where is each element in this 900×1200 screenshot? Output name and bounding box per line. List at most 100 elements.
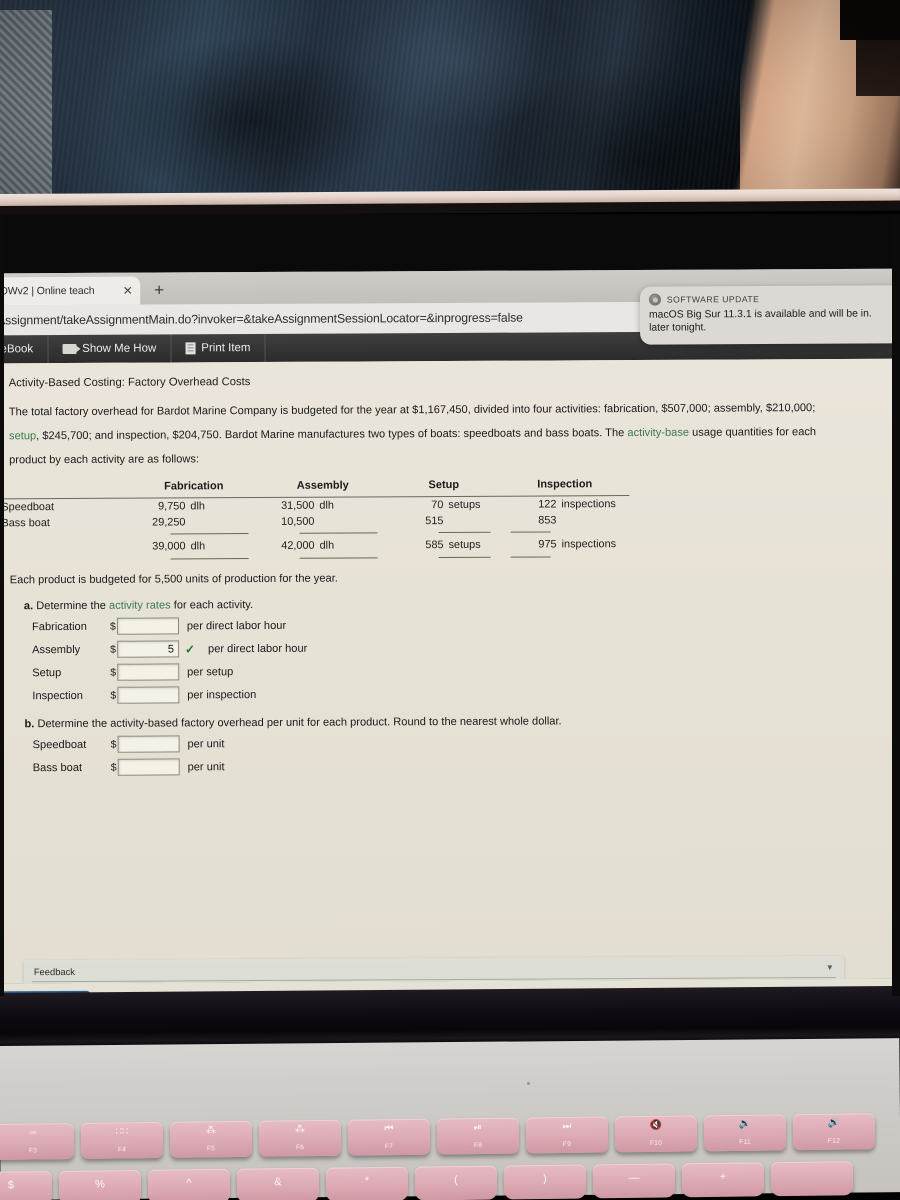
key-f10[interactable]: 🔇 F10 — [614, 1115, 698, 1153]
key-f6-label: F6 — [295, 1144, 305, 1152]
key-delete[interactable] — [770, 1161, 854, 1197]
cell-unit — [190, 516, 248, 528]
notification-title: SOFTWARE UPDATE — [666, 294, 760, 305]
url-text: eAssignment/takeAssignmentMain.do?invoke… — [0, 310, 523, 328]
cell-value: 515 — [425, 515, 444, 528]
photo-vignette — [0, 0, 900, 210]
close-icon[interactable]: ✕ — [121, 284, 134, 298]
green-check-icon: ✓ — [184, 642, 196, 657]
bass-boat-overhead-input[interactable] — [117, 758, 180, 776]
rewind-icon: ⏮ — [384, 1123, 394, 1135]
key-delete-label — [771, 1170, 853, 1171]
key-9[interactable]: ( — [414, 1165, 498, 1200]
print-item-button[interactable]: Print Item — [171, 333, 266, 363]
key-minus[interactable]: — — [592, 1163, 676, 1199]
question-paragraph-1: The total factory overhead for Bardot Ma… — [9, 399, 854, 423]
field-unit-inspection: per inspection — [187, 688, 257, 702]
field-label-speedboat: Speedboat — [32, 738, 87, 751]
show-me-how-button[interactable]: Show Me How — [48, 334, 172, 364]
cell-unit — [561, 514, 619, 526]
background-photo — [0, 0, 900, 210]
assembly-rate-input[interactable] — [116, 640, 180, 658]
key-f9[interactable]: ⏭ F9 — [525, 1116, 609, 1154]
key-f4[interactable]: ∷∷ F4 — [80, 1121, 164, 1159]
key-f3-label: F3 — [28, 1147, 38, 1155]
cell-unit: dlh — [190, 500, 205, 513]
total-value: 585 — [425, 539, 444, 552]
cell-value: 9,750 — [158, 500, 186, 513]
key-equals-label: + — [719, 1170, 727, 1183]
cell-unit — [448, 515, 490, 527]
setup-rate-input[interactable] — [117, 663, 180, 681]
total-unit: dlh — [190, 540, 206, 553]
activity-base-link[interactable]: activity-base — [627, 427, 689, 439]
feedback-title: Feedback — [33, 965, 76, 978]
cell-value: 122 — [538, 498, 557, 511]
document-icon — [185, 342, 196, 355]
ebook-button[interactable]: eBook — [0, 335, 49, 364]
currency-symbol: $ — [110, 761, 117, 774]
para2-text: , $245,700; and inspection, $204,750. Ba… — [36, 427, 628, 443]
cell-value: 10,500 — [281, 515, 315, 529]
inspection-rate-input[interactable] — [117, 686, 180, 704]
browser-window: NOWv2 | Online teach ✕ + eAssignment/tak… — [0, 268, 900, 996]
key-6[interactable]: ^ — [147, 1168, 231, 1200]
key-0-label: ) — [543, 1172, 547, 1185]
key-f11[interactable]: 🔉 F11 — [703, 1114, 787, 1152]
part-a-text-1: Determine the — [36, 600, 110, 613]
key-f6[interactable]: ⁂ F6 — [258, 1119, 342, 1157]
key-7[interactable]: & — [236, 1167, 320, 1200]
screen-right-bezel — [892, 214, 900, 996]
macos-notification[interactable]: SOFTWARE UPDATE × macOS Big Sur 11.3.1 i… — [639, 285, 900, 345]
mission-control-icon: ▫▫ — [29, 1127, 37, 1139]
part-a-text-2: for each activity. — [170, 599, 254, 612]
notification-header: SOFTWARE UPDATE — [648, 292, 893, 306]
key-8[interactable]: * — [325, 1166, 409, 1200]
field-unit-fabrication: per direct labor hour — [186, 619, 287, 633]
key-4[interactable]: $ — [0, 1170, 53, 1200]
part-b-letter: b. — [24, 718, 35, 731]
play-pause-icon: ⏯ — [473, 1122, 482, 1134]
assignment-page: Activity-Based Costing: Factory Overhead… — [0, 358, 900, 984]
key-f8[interactable]: ⏯ F8 — [436, 1117, 520, 1155]
key-equals[interactable]: + — [681, 1162, 765, 1198]
key-f7-label: F7 — [384, 1143, 394, 1151]
column-header-fabrication: Fabrication — [164, 480, 224, 493]
cell-value: 29,250 — [152, 516, 186, 529]
page-title: Activity-Based Costing: Factory Overhead… — [8, 376, 251, 390]
setup-link[interactable]: setup — [9, 430, 36, 442]
caret-down-icon[interactable]: ▼ — [826, 963, 834, 972]
keyboard-brightness-up-icon: ⁂ — [294, 1124, 305, 1136]
key-f12[interactable]: 🔊 F12 — [792, 1113, 876, 1151]
column-header-setup: Setup — [428, 479, 460, 492]
key-f5[interactable]: ⁂ F5 — [169, 1120, 253, 1158]
field-unit-assembly: per direct labor hour — [207, 642, 308, 656]
screenshot-root: NOWv2 | Online teach ✕ + eAssignment/tak… — [0, 0, 900, 1200]
ebook-label: eBook — [0, 343, 34, 356]
print-item-label: Print Item — [201, 342, 251, 355]
fabrication-rate-input[interactable] — [116, 617, 179, 635]
production-note: Each product is budgeted for 5,500 units… — [9, 572, 338, 587]
keyboard-brightness-down-icon: ⁂ — [205, 1125, 216, 1137]
video-icon — [62, 343, 77, 355]
field-label-bass-boat: Bass boat — [32, 761, 83, 774]
key-f3[interactable]: ▫▫ F3 — [0, 1122, 75, 1160]
volume-down-icon: 🔉 — [738, 1118, 752, 1130]
plus-icon[interactable]: + — [150, 280, 168, 299]
row-label-bass-boat: Bass boat — [1, 517, 50, 530]
key-5[interactable]: % — [58, 1169, 142, 1200]
notification-body: macOS Big Sur 11.3.1 is available and wi… — [649, 307, 893, 335]
key-f7[interactable]: ⏮ F7 — [347, 1118, 431, 1156]
total-unit: setups — [448, 539, 481, 552]
browser-tab[interactable]: NOWv2 | Online teach ✕ — [0, 276, 141, 306]
field-row-inspection: Inspection $ per inspection — [32, 683, 900, 705]
total-unit: dlh — [319, 539, 335, 552]
activity-rates-link[interactable]: activity rates — [109, 600, 171, 612]
key-0[interactable]: ) — [503, 1164, 587, 1200]
speedboat-overhead-input[interactable] — [117, 735, 180, 753]
field-unit-bass-boat: per unit — [187, 760, 225, 774]
field-unit-setup: per setup — [187, 665, 234, 679]
field-row-assembly: Assembly $ ✓ per direct labor hour — [32, 637, 900, 659]
software-update-gear-icon — [648, 293, 661, 306]
question-content: Activity-Based Costing: Factory Overhead… — [0, 358, 900, 776]
